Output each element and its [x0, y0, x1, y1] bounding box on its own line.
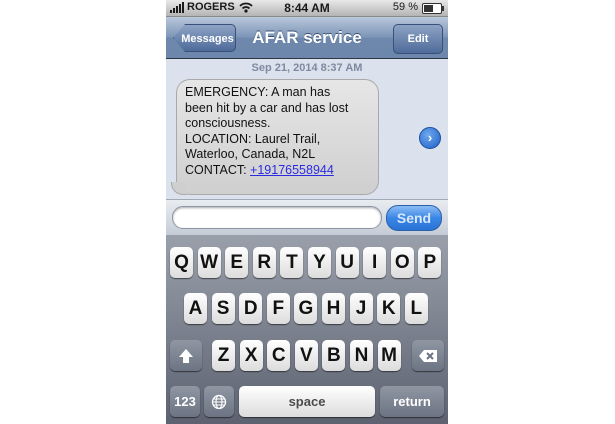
battery-icon	[422, 3, 444, 14]
key-s[interactable]: S	[211, 293, 235, 324]
shift-key[interactable]	[170, 340, 202, 371]
key-v[interactable]: V	[294, 340, 318, 371]
key-m[interactable]: M	[377, 340, 401, 371]
phone-screen: ROGERS 8:44 AM 59 % Messages AFAR servic…	[166, 0, 448, 424]
key-u[interactable]: U	[335, 247, 359, 278]
key-r[interactable]: R	[252, 247, 276, 278]
chevron-right-icon[interactable]: ›	[419, 127, 441, 149]
return-key[interactable]: return	[380, 386, 444, 417]
contact-label: CONTACT:	[185, 162, 251, 177]
key-l[interactable]: L	[404, 293, 428, 324]
key-o[interactable]: O	[390, 247, 414, 278]
message-line: Waterloo, Canada, N2L	[185, 147, 316, 161]
battery-percent: 59 %	[392, 1, 418, 13]
key-t[interactable]: T	[280, 247, 304, 278]
phone-number-link[interactable]: +19176558944	[250, 163, 334, 177]
compose-bar: Send	[166, 199, 448, 236]
conversation-title: AFAR service	[252, 28, 362, 47]
key-n[interactable]: N	[350, 340, 373, 371]
incoming-message-bubble: EMERGENCY: A man has been hit by a car a…	[171, 79, 379, 195]
shift-arrow-icon	[179, 348, 193, 363]
key-k[interactable]: K	[377, 293, 401, 324]
key-e[interactable]: E	[225, 247, 249, 278]
key-j[interactable]: J	[349, 293, 373, 324]
message-contact-line: CONTACT: +19176558944	[185, 163, 370, 179]
keyboard: Q W E R T Y U I O P A S D F G H J K L Z X C V B N M 123 space return	[166, 235, 448, 424]
message-line: EMERGENCY: A man has	[185, 85, 331, 99]
space-key[interactable]: space	[239, 386, 375, 417]
backspace-icon	[419, 349, 437, 362]
message-timestamp: Sep 21, 2014 8:37 AM	[251, 62, 363, 74]
globe-key[interactable]	[204, 386, 234, 417]
message-line: consciousness.	[185, 116, 271, 130]
key-p[interactable]: P	[418, 247, 442, 278]
key-f[interactable]: F	[266, 293, 290, 324]
key-w[interactable]: W	[197, 247, 221, 278]
key-y[interactable]: Y	[308, 247, 331, 278]
key-q[interactable]: Q	[170, 247, 193, 278]
numbers-key[interactable]: 123	[170, 386, 200, 417]
edit-button[interactable]: Edit	[393, 24, 443, 54]
key-d[interactable]: D	[239, 293, 263, 324]
status-bar: ROGERS 8:44 AM 59 %	[166, 0, 448, 17]
delete-key[interactable]	[412, 340, 444, 371]
globe-icon	[211, 394, 227, 410]
key-z[interactable]: Z	[212, 340, 235, 371]
message-line: LOCATION: Laurel Trail,	[185, 131, 321, 146]
key-x[interactable]: X	[239, 340, 263, 371]
battery-fill	[424, 5, 433, 12]
key-b[interactable]: B	[322, 340, 346, 371]
message-input[interactable]	[172, 206, 382, 229]
message-thread[interactable]: Sep 21, 2014 8:37 AM EMERGENCY: A man ha…	[166, 59, 448, 199]
send-button[interactable]: Send	[386, 205, 442, 231]
key-a[interactable]: A	[184, 293, 207, 324]
key-c[interactable]: C	[267, 340, 291, 371]
navigation-bar: Messages AFAR service Edit	[166, 17, 448, 59]
key-g[interactable]: G	[294, 293, 318, 324]
back-to-messages-button[interactable]: Messages	[173, 24, 236, 52]
key-h[interactable]: H	[322, 293, 345, 324]
message-line: been hit by a car and has lost	[185, 100, 349, 115]
key-i[interactable]: I	[363, 247, 387, 278]
